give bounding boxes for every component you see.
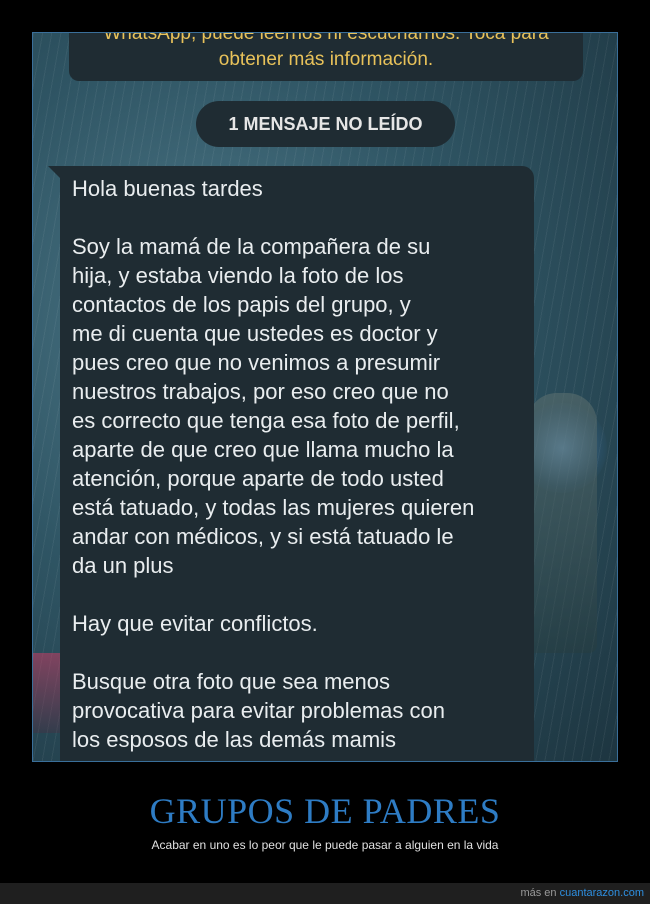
footer-text: más en cuantarazon.com	[520, 887, 644, 899]
screenshot-frame: WhatsApp, puede leernos ni escucharnos. …	[32, 32, 618, 762]
background-figure-left	[33, 653, 61, 733]
post-title: GRUPOS DE PADRES	[149, 791, 501, 831]
unread-messages-badge: 1 MENSAJE NO LEÍDO	[196, 101, 455, 147]
site-link[interactable]: cuantarazon.com	[560, 887, 644, 899]
message-request: Busque otra foto que sea menos provocati…	[72, 669, 445, 752]
encryption-notice[interactable]: WhatsApp, puede leernos ni escucharnos. …	[69, 32, 583, 81]
encryption-notice-line1: WhatsApp, puede leernos ni escucharnos. …	[103, 32, 549, 44]
message-body: Soy la mamá de la compañera de su hija, …	[72, 234, 475, 578]
incoming-message-bubble[interactable]: Hola buenas tardes Soy la mamá de la com…	[60, 166, 534, 761]
message-greeting: Hola buenas tardes	[72, 176, 263, 201]
background-figure	[527, 393, 597, 653]
post-subtitle: Acabar en uno es lo peor que le puede pa…	[151, 838, 499, 852]
encryption-notice-line2: obtener más información.	[218, 49, 434, 70]
site-footer: más en cuantarazon.com	[0, 883, 650, 904]
footer-prefix: más en	[520, 887, 557, 899]
message-warning: Hay que evitar conflictos.	[72, 611, 318, 636]
